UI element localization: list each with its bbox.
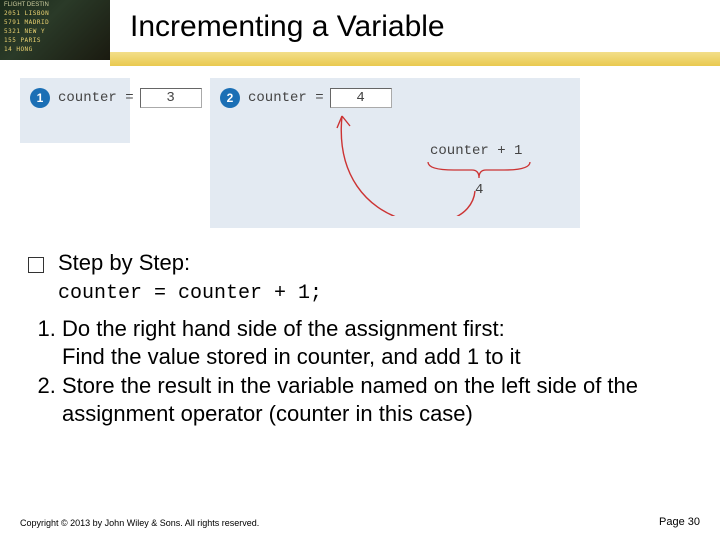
slide: FLIGHT DESTIN 2051 LISBON 5791 MADRID 53… (0, 0, 720, 540)
copyright-text: Copyright © 2013 by John Wiley & Sons. A… (20, 518, 259, 528)
var-value-2: 4 (330, 88, 392, 108)
arrow-icon (320, 106, 520, 216)
step-item-1: Do the right hand side of the assignment… (62, 315, 692, 370)
step-badge-2: 2 (220, 88, 240, 108)
header: FLIGHT DESTIN 2051 LISBON 5791 MADRID 53… (0, 0, 720, 70)
bullet-text: Step by Step: (58, 250, 190, 276)
departure-board-image: FLIGHT DESTIN 2051 LISBON 5791 MADRID 53… (0, 0, 110, 60)
title-underline (110, 52, 720, 66)
bullet-item: Step by Step: (28, 250, 692, 276)
code-line: counter = counter + 1; (58, 282, 692, 305)
step-badge-1: 1 (30, 88, 50, 108)
var-label: counter = (248, 90, 324, 106)
variable-box-1: counter = 3 (58, 88, 202, 108)
var-value-1: 3 (140, 88, 202, 108)
step-item-2: Store the result in the variable named o… (62, 372, 692, 427)
bullet-icon (28, 257, 44, 273)
page-number: Page 30 (659, 516, 700, 528)
content-area: Step by Step: counter = counter + 1; Do … (28, 250, 692, 429)
variable-box-2: counter = 4 (248, 88, 392, 108)
increment-diagram: 1 counter = 3 2 counter = 4 counter + 1 … (20, 78, 580, 228)
var-label: counter = (58, 90, 134, 106)
page-title: Incrementing a Variable (130, 10, 445, 44)
steps-list: Do the right hand side of the assignment… (36, 315, 692, 427)
